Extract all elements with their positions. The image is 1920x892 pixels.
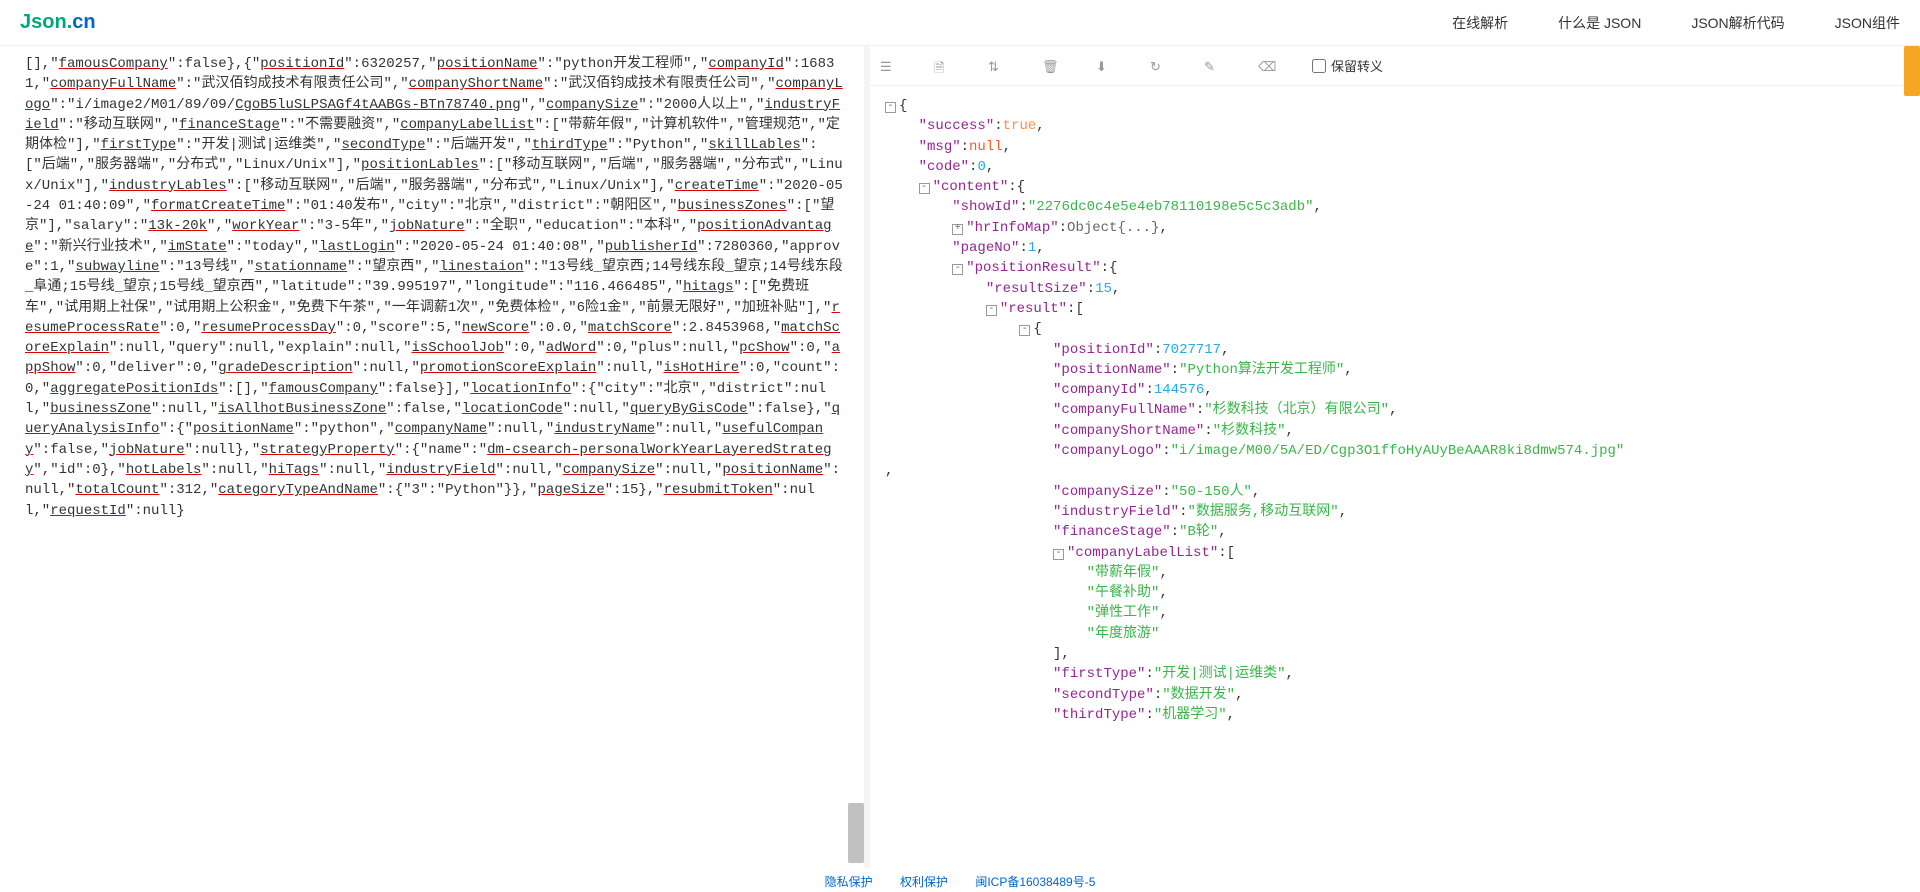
json-line: "companyShortName":"杉数科技", [885, 421, 1905, 441]
json-line: -"positionResult":{ [885, 258, 1905, 278]
main: [],"famousCompany":false},{"positionId":… [0, 46, 1920, 868]
toggle-icon[interactable]: - [952, 264, 963, 275]
json-line: -"content":{ [885, 177, 1905, 197]
json-line: "午餐补助", [885, 583, 1905, 603]
json-line: "financeStage":"B轮", [885, 522, 1905, 542]
toggle-icon[interactable]: - [919, 183, 930, 194]
json-line: "pageNo":1, [885, 238, 1905, 258]
json-line: "msg":null, [885, 137, 1905, 157]
footer-icp[interactable]: 闽ICP备16038489号-5 [975, 875, 1095, 889]
keep-escape-input[interactable] [1312, 59, 1326, 73]
json-line: ], [885, 644, 1905, 664]
toggle-icon[interactable]: - [885, 102, 896, 113]
logo-cn: cn [72, 11, 95, 33]
logo-json: Json [20, 11, 67, 33]
copy-icon[interactable]: ☰ [880, 59, 894, 73]
json-line: "showId":"2276dc0c4e5e4eb78110198e5c5c3a… [885, 197, 1905, 217]
keep-escape-label: 保留转义 [1331, 56, 1383, 75]
nav-parse-code[interactable]: JSON解析代码 [1691, 13, 1784, 33]
toggle-icon[interactable]: - [986, 305, 997, 316]
footer: 隐私保护 权利保护 闽ICP备16038489号-5 [0, 873, 1920, 890]
json-line: "带薪年假", [885, 563, 1905, 583]
trash-icon[interactable]: 🗑 [1042, 59, 1056, 73]
left-scrollbar-track[interactable] [848, 46, 864, 868]
sort-icon[interactable]: ⇅ [988, 59, 1002, 73]
nav-online-parse[interactable]: 在线解析 [1452, 13, 1508, 33]
refresh-icon[interactable]: ↻ [1150, 59, 1164, 73]
json-line: -{ [885, 96, 1905, 116]
json-line: "弹性工作", [885, 603, 1905, 623]
logo[interactable]: Json.cn [20, 11, 96, 34]
footer-rights[interactable]: 权利保护 [900, 875, 948, 889]
json-line: "年度旅游" [885, 624, 1905, 644]
file-icon[interactable]: 🗎 [934, 59, 948, 73]
json-line: "companyId":144576, [885, 380, 1905, 400]
json-line: -{ [885, 319, 1905, 339]
clear-icon[interactable]: ⌫ [1258, 59, 1272, 73]
output-panel: ☰ 🗎 ⇅ 🗑 ⬇ ↻ ✎ ⌫ 保留转义 -{ "success":true, … [870, 46, 1920, 868]
json-line: +"hrInfoMap":Object{...}, [885, 218, 1905, 238]
json-line: , [885, 461, 1905, 481]
json-line: -"companyLabelList":[ [885, 543, 1905, 563]
toggle-icon[interactable]: - [1019, 325, 1030, 336]
json-line: "positionName":"Python算法开发工程师", [885, 360, 1905, 380]
formatted-json[interactable]: -{ "success":true, "msg":null, "code":0,… [870, 86, 1920, 868]
json-line: "resultSize":15, [885, 279, 1905, 299]
toggle-icon[interactable]: + [952, 224, 963, 235]
header: Json.cn 在线解析 什么是 JSON JSON解析代码 JSON组件 [0, 0, 1920, 46]
raw-json-text[interactable]: [],"famousCompany":false},{"positionId":… [25, 54, 844, 521]
json-line: "secondType":"数据开发", [885, 685, 1905, 705]
toggle-icon[interactable]: - [1053, 549, 1064, 560]
toolbar: ☰ 🗎 ⇅ 🗑 ⬇ ↻ ✎ ⌫ 保留转义 [870, 46, 1920, 86]
download-icon[interactable]: ⬇ [1096, 59, 1110, 73]
left-scrollbar-thumb[interactable] [848, 803, 864, 863]
footer-privacy[interactable]: 隐私保护 [825, 875, 873, 889]
json-line: "companyFullName":"杉数科技（北京）有限公司", [885, 400, 1905, 420]
nav: 在线解析 什么是 JSON JSON解析代码 JSON组件 [1452, 13, 1900, 33]
nav-components[interactable]: JSON组件 [1835, 13, 1900, 33]
json-line: "companySize":"50-150人", [885, 482, 1905, 502]
page-scrollbar-thumb[interactable] [1904, 46, 1920, 96]
json-line: "positionId":7027717, [885, 340, 1905, 360]
json-line: "industryField":"数据服务,移动互联网", [885, 502, 1905, 522]
json-line: "thirdType":"机器学习", [885, 705, 1905, 725]
keep-escape-checkbox[interactable]: 保留转义 [1312, 56, 1383, 75]
json-line: "code":0, [885, 157, 1905, 177]
json-line: "firstType":"开发|测试|运维类", [885, 664, 1905, 684]
json-line: -"result":[ [885, 299, 1905, 319]
magic-icon[interactable]: ✎ [1204, 59, 1218, 73]
json-line: "success":true, [885, 116, 1905, 136]
nav-what-is-json[interactable]: 什么是 JSON [1558, 13, 1641, 33]
input-panel[interactable]: [],"famousCompany":false},{"positionId":… [0, 46, 864, 868]
json-line: "companyLogo":"i/image/M00/5A/ED/Cgp3O1f… [885, 441, 1905, 461]
